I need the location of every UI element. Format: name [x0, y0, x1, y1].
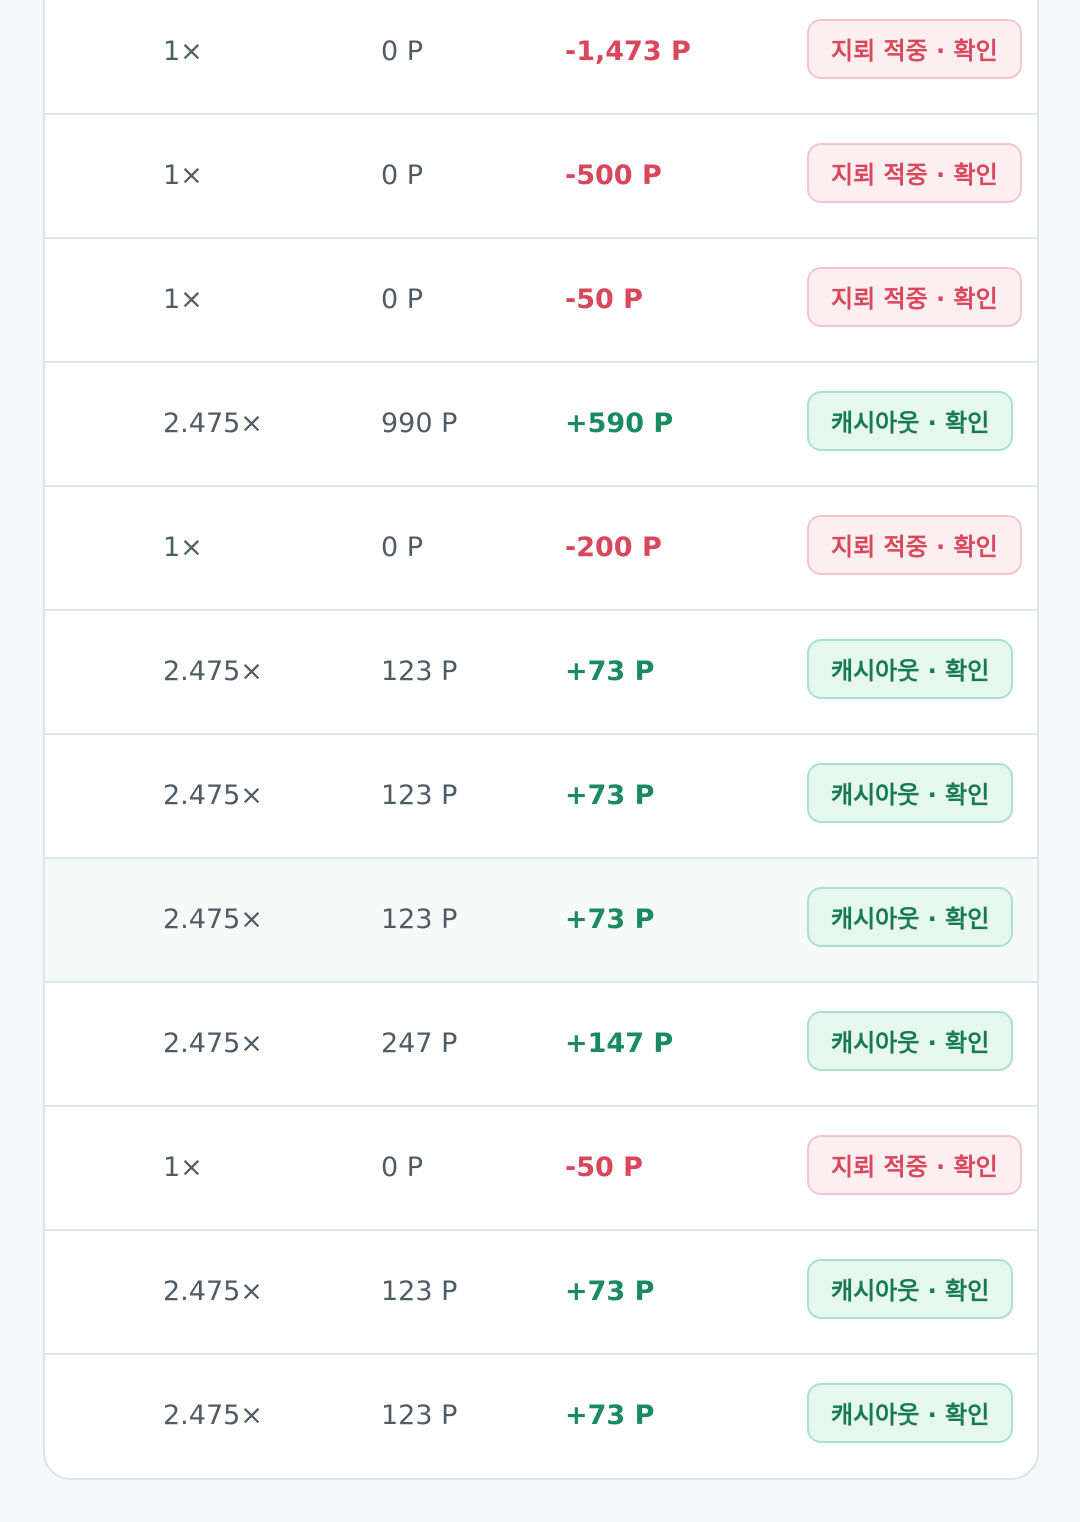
- game-history-card: 1× 0 P -1,473 P 지뢰 적중 · 확인 1× 0 P -500 P…: [43, 0, 1039, 1480]
- payout-cell: 0 P: [381, 36, 424, 67]
- table-row-highlighted: 2.475× 123 P +73 P 캐시아웃 · 확인: [45, 859, 1037, 983]
- profit-cell: -500 P: [565, 160, 662, 191]
- table-row: 1× 0 P -1,473 P 지뢰 적중 · 확인: [45, 0, 1037, 115]
- table-row: 2.475× 123 P +73 P 캐시아웃 · 확인: [45, 735, 1037, 859]
- history-rows: 1× 0 P -1,473 P 지뢰 적중 · 확인 1× 0 P -500 P…: [45, 0, 1037, 1477]
- status-badge-button[interactable]: 캐시아웃 · 확인: [807, 391, 1014, 451]
- status-badge-button[interactable]: 캐시아웃 · 확인: [807, 1383, 1014, 1443]
- multiplier-cell: 2.475×: [163, 1276, 263, 1307]
- table-row: 2.475× 123 P +73 P 캐시아웃 · 확인: [45, 1355, 1037, 1477]
- profit-cell: +73 P: [565, 1400, 655, 1431]
- profit-cell: -1,473 P: [565, 36, 691, 67]
- multiplier-cell: 2.475×: [163, 1028, 263, 1059]
- payout-cell: 123 P: [381, 780, 458, 811]
- status-badge-button[interactable]: 캐시아웃 · 확인: [807, 639, 1014, 699]
- profit-cell: +73 P: [565, 904, 655, 935]
- profit-cell: -50 P: [565, 284, 643, 315]
- table-row: 2.475× 123 P +73 P 캐시아웃 · 확인: [45, 611, 1037, 735]
- multiplier-cell: 1×: [163, 36, 203, 67]
- table-row: 2.475× 123 P +73 P 캐시아웃 · 확인: [45, 1231, 1037, 1355]
- table-row: 1× 0 P -200 P 지뢰 적중 · 확인: [45, 487, 1037, 611]
- multiplier-cell: 1×: [163, 1152, 203, 1183]
- payout-cell: 0 P: [381, 1152, 424, 1183]
- payout-cell: 0 P: [381, 160, 424, 191]
- payout-cell: 123 P: [381, 656, 458, 687]
- table-row: 2.475× 990 P +590 P 캐시아웃 · 확인: [45, 363, 1037, 487]
- status-badge-button[interactable]: 캐시아웃 · 확인: [807, 763, 1014, 823]
- status-badge-button[interactable]: 캐시아웃 · 확인: [807, 1011, 1014, 1071]
- multiplier-cell: 1×: [163, 532, 203, 563]
- profit-cell: +590 P: [565, 408, 674, 439]
- table-row: 1× 0 P -500 P 지뢰 적중 · 확인: [45, 115, 1037, 239]
- payout-cell: 123 P: [381, 1400, 458, 1431]
- multiplier-cell: 2.475×: [163, 904, 263, 935]
- profit-cell: +73 P: [565, 780, 655, 811]
- status-badge-button[interactable]: 캐시아웃 · 확인: [807, 1259, 1014, 1319]
- status-badge-button[interactable]: 지뢰 적중 · 확인: [807, 1135, 1022, 1195]
- status-badge-button[interactable]: 지뢰 적중 · 확인: [807, 19, 1022, 79]
- profit-cell: +73 P: [565, 656, 655, 687]
- status-badge-button[interactable]: 지뢰 적중 · 확인: [807, 515, 1022, 575]
- multiplier-cell: 2.475×: [163, 1400, 263, 1431]
- table-row: 2.475× 247 P +147 P 캐시아웃 · 확인: [45, 983, 1037, 1107]
- status-badge-button[interactable]: 캐시아웃 · 확인: [807, 887, 1014, 947]
- status-badge-button[interactable]: 지뢰 적중 · 확인: [807, 143, 1022, 203]
- multiplier-cell: 2.475×: [163, 656, 263, 687]
- multiplier-cell: 2.475×: [163, 408, 263, 439]
- payout-cell: 247 P: [381, 1028, 458, 1059]
- status-badge-button[interactable]: 지뢰 적중 · 확인: [807, 267, 1022, 327]
- payout-cell: 0 P: [381, 284, 424, 315]
- profit-cell: +147 P: [565, 1028, 674, 1059]
- profit-cell: -50 P: [565, 1152, 643, 1183]
- table-row: 1× 0 P -50 P 지뢰 적중 · 확인: [45, 239, 1037, 363]
- multiplier-cell: 1×: [163, 160, 203, 191]
- profit-cell: +73 P: [565, 1276, 655, 1307]
- multiplier-cell: 1×: [163, 284, 203, 315]
- payout-cell: 123 P: [381, 1276, 458, 1307]
- multiplier-cell: 2.475×: [163, 780, 263, 811]
- table-row: 1× 0 P -50 P 지뢰 적중 · 확인: [45, 1107, 1037, 1231]
- payout-cell: 0 P: [381, 532, 424, 563]
- payout-cell: 123 P: [381, 904, 458, 935]
- profit-cell: -200 P: [565, 532, 662, 563]
- payout-cell: 990 P: [381, 408, 458, 439]
